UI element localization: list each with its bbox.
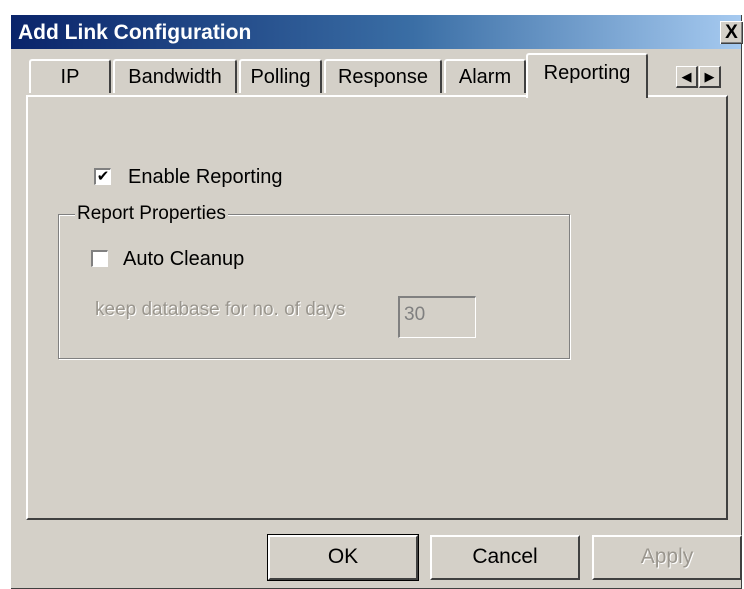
tab-bandwidth[interactable]: Bandwidth bbox=[113, 59, 237, 93]
enable-reporting-checkbox[interactable]: ✔ bbox=[94, 168, 111, 185]
title-bar[interactable]: Add Link Configuration X bbox=[11, 15, 743, 49]
auto-cleanup-label[interactable]: Auto Cleanup bbox=[123, 248, 244, 271]
tab-polling-label: Polling bbox=[250, 66, 311, 88]
tab-scroll-left-button[interactable]: ◀ bbox=[676, 66, 698, 88]
enable-reporting-label[interactable]: Enable Reporting bbox=[128, 166, 283, 189]
tab-polling[interactable]: Polling bbox=[239, 59, 322, 93]
tab-response[interactable]: Response bbox=[324, 59, 442, 93]
ok-button-label: OK bbox=[327, 545, 359, 568]
tab-bandwidth-label: Bandwidth bbox=[128, 66, 222, 88]
cancel-button-label: Cancel bbox=[472, 545, 538, 568]
close-icon: X bbox=[725, 22, 738, 43]
report-properties-group bbox=[58, 214, 570, 359]
tab-ip[interactable]: IP bbox=[29, 59, 111, 93]
window-title: Add Link Configuration bbox=[18, 21, 252, 44]
tab-alarm-label: Alarm bbox=[458, 66, 512, 88]
tab-reporting-label: Reporting bbox=[543, 62, 631, 84]
tab-scroll-right-button[interactable]: ▶ bbox=[699, 66, 721, 88]
ok-button[interactable]: OK bbox=[267, 534, 419, 581]
tab-reporting[interactable]: Reporting bbox=[526, 53, 648, 98]
tab-ip-label: IP bbox=[60, 66, 80, 88]
keep-days-input[interactable]: 30 bbox=[398, 296, 476, 338]
check-mark-icon: ✔ bbox=[96, 168, 110, 185]
arrow-right-icon: ▶ bbox=[704, 69, 715, 84]
tab-response-label: Response bbox=[337, 66, 429, 88]
keep-days-label: keep database for no. of days bbox=[95, 299, 346, 320]
apply-button-label: Apply bbox=[640, 545, 694, 568]
apply-button[interactable]: Apply bbox=[592, 535, 742, 580]
cancel-button[interactable]: Cancel bbox=[430, 535, 580, 580]
report-properties-label: Report Properties bbox=[75, 203, 228, 225]
auto-cleanup-checkbox[interactable] bbox=[91, 250, 108, 267]
arrow-left-icon: ◀ bbox=[681, 69, 692, 84]
tab-alarm[interactable]: Alarm bbox=[444, 59, 526, 93]
close-button[interactable]: X bbox=[720, 21, 743, 44]
